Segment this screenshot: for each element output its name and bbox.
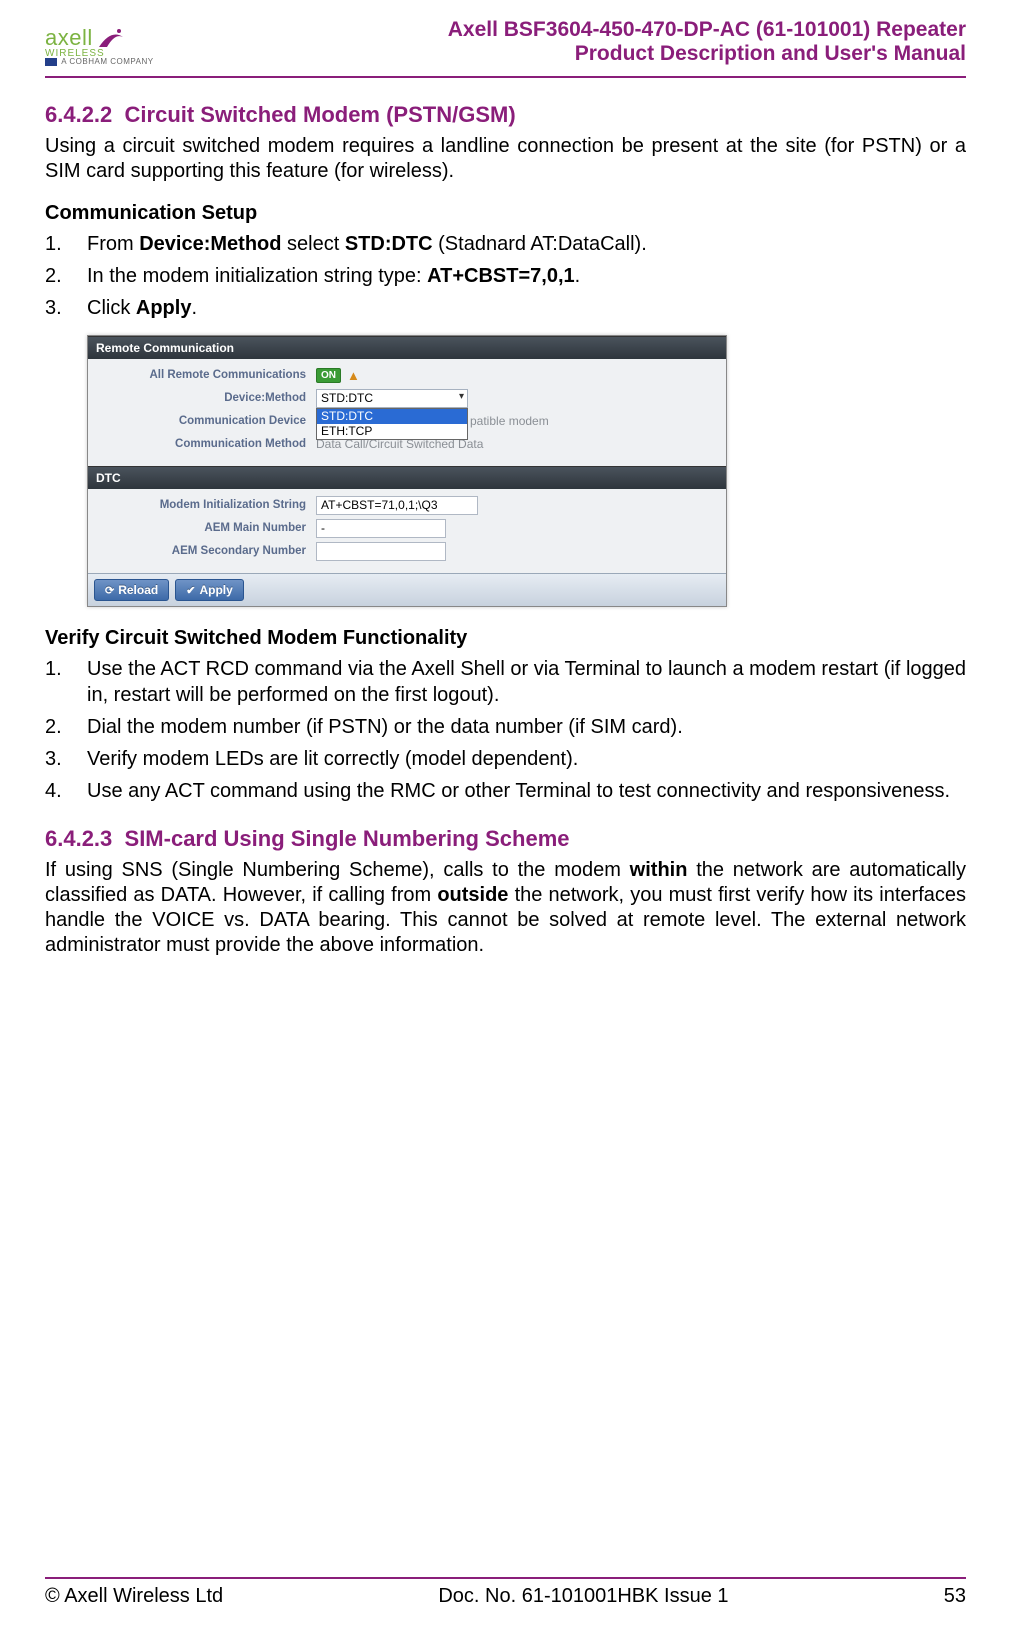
select-option[interactable]: ETH:TCP [317, 424, 467, 439]
comm-setup-heading: Communication Setup [45, 202, 966, 225]
label-comm-device: Communication Device [88, 415, 316, 427]
comm-device-value: patible modem [470, 414, 549, 428]
label-aem-main: AEM Main Number [88, 522, 316, 534]
verify-heading: Verify Circuit Switched Modem Functional… [45, 627, 966, 650]
logo-company-text: A COBHAM COMPANY [45, 57, 154, 66]
section1-intro: Using a circuit switched modem requires … [45, 134, 966, 184]
config-screenshot: Remote Communication All Remote Communic… [87, 335, 727, 607]
panel-header-dtc: DTC [88, 466, 726, 489]
button-bar: ⟳ Reload ✔ Apply [88, 573, 726, 606]
label-all-remote: All Remote Communications [88, 369, 316, 381]
check-icon: ✔ [186, 584, 195, 597]
footer-right: 53 [944, 1585, 966, 1608]
list-item: 1.Use the ACT RCD command via the Axell … [45, 656, 966, 708]
list-item: 1. From Device:Method select STD:DTC (St… [45, 231, 966, 257]
page-header: axell WIRELESS A COBHAM COMPANY Axell BS… [45, 18, 966, 78]
device-method-select[interactable]: STD:DTC STD:DTC ETH:TCP [316, 389, 468, 408]
footer-center: Doc. No. 61-101001HBK Issue 1 [438, 1585, 728, 1608]
aem-secondary-input[interactable] [316, 542, 446, 561]
cobham-mark-icon [45, 58, 57, 66]
init-string-input[interactable] [316, 496, 478, 515]
logo-swoosh-icon [97, 27, 125, 49]
doc-title-2: Product Description and User's Manual [448, 42, 966, 66]
aem-main-input[interactable] [316, 519, 446, 538]
section2-para: If using SNS (Single Numbering Scheme), … [45, 858, 966, 958]
section-heading-6-4-2-2: 6.4.2.2 Circuit Switched Modem (PSTN/GSM… [45, 102, 966, 128]
section-heading-6-4-2-3: 6.4.2.3 SIM-card Using Single Numbering … [45, 826, 966, 852]
verify-steps: 1.Use the ACT RCD command via the Axell … [45, 656, 966, 804]
page-footer: © Axell Wireless Ltd Doc. No. 61-101001H… [45, 1577, 966, 1608]
on-toggle[interactable]: ON [316, 368, 341, 383]
label-device-method: Device:Method [88, 392, 316, 404]
reload-button[interactable]: ⟳ Reload [94, 579, 169, 601]
list-item: 4.Use any ACT command using the RMC or o… [45, 778, 966, 804]
footer-left: © Axell Wireless Ltd [45, 1585, 223, 1608]
doc-title-1: Axell BSF3604-450-470-DP-AC (61-101001) … [448, 18, 966, 42]
select-dropdown: STD:DTC ETH:TCP [316, 408, 468, 440]
logo: axell WIRELESS A COBHAM COMPANY [45, 25, 154, 66]
label-comm-method: Communication Method [88, 438, 316, 450]
apply-button[interactable]: ✔ Apply [175, 579, 244, 601]
list-item: 2. In the modem initialization string ty… [45, 263, 966, 289]
reload-icon: ⟳ [105, 584, 114, 597]
label-init-string: Modem Initialization String [88, 499, 316, 511]
panel-header-remote: Remote Communication [88, 336, 726, 359]
list-item: 3.Verify modem LEDs are lit correctly (m… [45, 746, 966, 772]
comm-setup-steps: 1. From Device:Method select STD:DTC (St… [45, 231, 966, 321]
label-aem-secondary: AEM Secondary Number [88, 545, 316, 557]
warning-icon: ▲ [347, 368, 360, 383]
list-item: 2.Dial the modem number (if PSTN) or the… [45, 714, 966, 740]
list-item: 3. Click Apply. [45, 295, 966, 321]
select-option[interactable]: STD:DTC [317, 409, 467, 424]
header-titles: Axell BSF3604-450-470-DP-AC (61-101001) … [448, 18, 966, 66]
select-trigger[interactable]: STD:DTC [316, 389, 468, 408]
